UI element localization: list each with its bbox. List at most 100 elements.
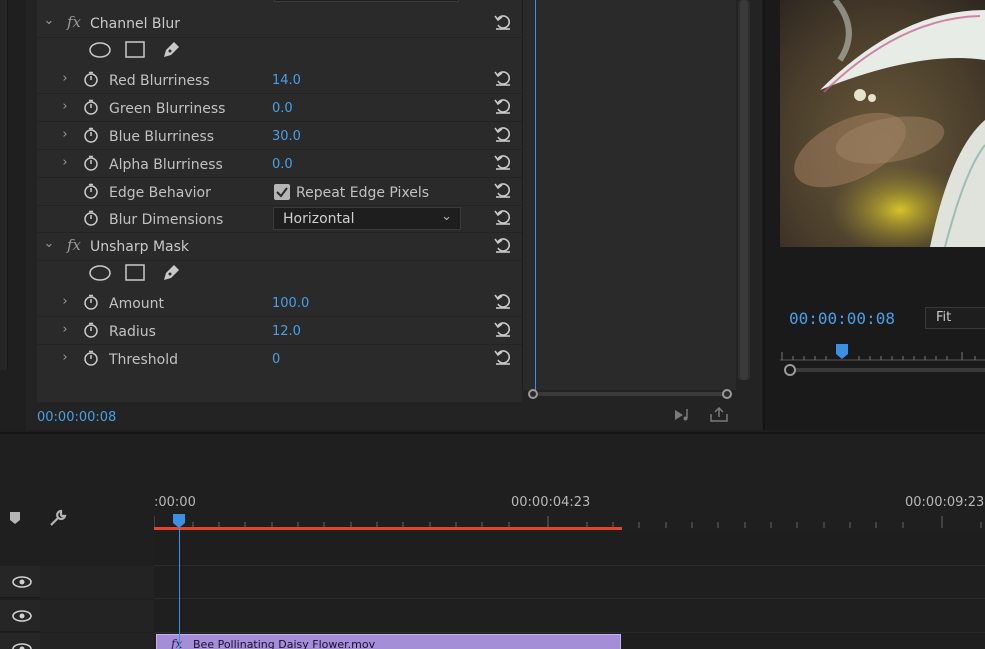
- effect-playhead-line[interactable]: [535, 0, 536, 390]
- property-row-blue-blurriness: › Blue Blurriness 30.0: [37, 122, 522, 150]
- chevron-down-icon[interactable]: ⌄: [43, 13, 55, 28]
- property-value[interactable]: 0.0: [272, 101, 293, 116]
- property-value[interactable]: 0: [272, 352, 280, 367]
- mask-tools-channel-blur: [37, 36, 522, 66]
- play-audio-icon[interactable]: [673, 407, 695, 423]
- chevron-right-icon[interactable]: ›: [59, 294, 71, 309]
- effect-keyframe-area[interactable]: [522, 0, 736, 390]
- wrench-icon[interactable]: [48, 508, 70, 528]
- reset-icon[interactable]: [494, 320, 512, 338]
- chevron-right-icon[interactable]: ›: [59, 127, 71, 142]
- reset-icon[interactable]: [494, 348, 512, 366]
- track-lane-v3[interactable]: [154, 566, 985, 599]
- property-value[interactable]: 100.0: [272, 296, 309, 311]
- reset-icon[interactable]: [494, 153, 512, 171]
- monitor-time-ruler[interactable]: [780, 344, 985, 364]
- dropdown-value: Horizontal: [283, 211, 355, 227]
- zoom-fit-dropdown[interactable]: Fit: [925, 307, 985, 329]
- property-row-blur-dimensions: Blur Dimensions Horizontal ⌄: [37, 205, 522, 233]
- track-lane-v2[interactable]: [154, 600, 985, 633]
- stopwatch-icon[interactable]: [83, 99, 99, 115]
- property-row-red-blurriness: › Red Blurriness 14.0: [37, 66, 522, 94]
- stopwatch-icon[interactable]: [83, 155, 99, 171]
- pen-mask-icon[interactable]: [160, 262, 182, 284]
- video-clip[interactable]: fx Bee Pollinating Daisy Flower.mov: [156, 634, 621, 649]
- ruler-label-start: :00:00: [154, 495, 196, 510]
- effect-vertical-scrollbar-thumb[interactable]: [740, 0, 748, 380]
- reset-icon[interactable]: [494, 208, 512, 226]
- ellipse-mask-icon[interactable]: [88, 264, 112, 282]
- rectangle-mask-icon[interactable]: [124, 263, 146, 283]
- track-header-v2: [0, 600, 154, 632]
- eye-icon[interactable]: [12, 576, 32, 588]
- eye-icon[interactable]: [12, 610, 32, 622]
- reset-icon[interactable]: [494, 69, 512, 87]
- property-value[interactable]: 30.0: [272, 129, 301, 144]
- effect-header-unsharp-mask[interactable]: ⌄ fx Unsharp Mask: [37, 233, 522, 261]
- chevron-right-icon[interactable]: ›: [59, 350, 71, 365]
- effect-title: Channel Blur: [90, 16, 181, 32]
- fx-icon[interactable]: fx: [67, 13, 81, 31]
- video-preview[interactable]: [780, 0, 985, 247]
- scroll-start-handle[interactable]: [528, 389, 538, 399]
- stopwatch-icon[interactable]: [83, 350, 99, 366]
- checkbox-label: Repeat Edge Pixels: [296, 185, 430, 201]
- effect-horizontal-scrollbar[interactable]: [528, 389, 732, 399]
- ellipse-mask-icon[interactable]: [88, 41, 112, 59]
- chevron-right-icon[interactable]: ›: [59, 322, 71, 337]
- chevron-right-icon[interactable]: ›: [59, 155, 71, 170]
- property-row-amount: › Amount 100.0: [37, 289, 522, 317]
- property-row-threshold: › Threshold 0: [37, 345, 522, 373]
- stopwatch-icon[interactable]: [83, 210, 99, 226]
- reset-icon[interactable]: [494, 236, 512, 254]
- stopwatch-icon[interactable]: [83, 71, 99, 87]
- stopwatch-icon[interactable]: [83, 183, 99, 199]
- chevron-right-icon[interactable]: ›: [59, 99, 71, 114]
- monitor-playhead[interactable]: [836, 344, 848, 359]
- add-marker-icon[interactable]: [8, 511, 22, 525]
- track-header-v3: [0, 566, 154, 598]
- reset-icon[interactable]: [494, 13, 512, 31]
- blur-dimensions-dropdown[interactable]: Horizontal ⌄: [273, 207, 461, 230]
- track-lane-top[interactable]: [154, 533, 985, 566]
- property-row-radius: › Radius 12.0: [37, 317, 522, 345]
- property-label: Edge Behavior: [109, 185, 211, 201]
- zoom-fit-label: Fit: [936, 310, 952, 325]
- monitor-zoom-scrollbar[interactable]: [784, 364, 985, 376]
- property-value[interactable]: 14.0: [272, 73, 301, 88]
- program-timecode[interactable]: 00:00:00:08: [789, 309, 895, 328]
- rectangle-mask-icon[interactable]: [124, 40, 146, 60]
- chevron-down-icon: ⌄: [441, 209, 452, 224]
- stopwatch-icon[interactable]: [83, 322, 99, 338]
- clip-fx-badge: fx: [171, 637, 183, 649]
- property-value[interactable]: 12.0: [272, 324, 301, 339]
- reset-icon[interactable]: [494, 292, 512, 310]
- scroll-end-handle[interactable]: [722, 389, 732, 399]
- fx-icon[interactable]: fx: [67, 236, 81, 254]
- reset-icon[interactable]: [494, 181, 512, 199]
- property-row-edge-behavior: Edge Behavior Repeat Edge Pixels: [37, 178, 522, 206]
- chevron-right-icon[interactable]: ›: [59, 71, 71, 86]
- reset-icon[interactable]: [494, 125, 512, 143]
- clip-name: Bee Pollinating Daisy Flower.mov: [193, 638, 376, 649]
- export-icon[interactable]: [708, 407, 730, 423]
- property-label: Red Blurriness: [109, 73, 210, 89]
- eye-icon[interactable]: [12, 643, 32, 649]
- property-label: Alpha Blurriness: [109, 157, 223, 173]
- repeat-edge-pixels-checkbox[interactable]: [273, 183, 291, 201]
- property-value[interactable]: 0.0: [272, 157, 293, 172]
- effect-title: Unsharp Mask: [90, 239, 190, 255]
- property-row-alpha-blurriness: › Alpha Blurriness 0.0: [37, 150, 522, 178]
- effect-controls-timecode[interactable]: 00:00:00:08: [37, 410, 116, 425]
- pen-mask-icon[interactable]: [160, 39, 182, 61]
- effect-header-channel-blur[interactable]: ⌄ fx Channel Blur: [37, 10, 522, 38]
- chevron-down-icon[interactable]: ⌄: [43, 236, 55, 251]
- ruler-label-end: 00:00:09:23: [905, 495, 985, 510]
- work-area-bar[interactable]: [154, 527, 622, 530]
- property-label: Blur Dimensions: [109, 212, 224, 228]
- stopwatch-icon[interactable]: [83, 127, 99, 143]
- stopwatch-icon[interactable]: [83, 294, 99, 310]
- timeline-playhead-line[interactable]: [179, 522, 180, 649]
- property-label: Radius: [109, 324, 156, 340]
- reset-icon[interactable]: [494, 97, 512, 115]
